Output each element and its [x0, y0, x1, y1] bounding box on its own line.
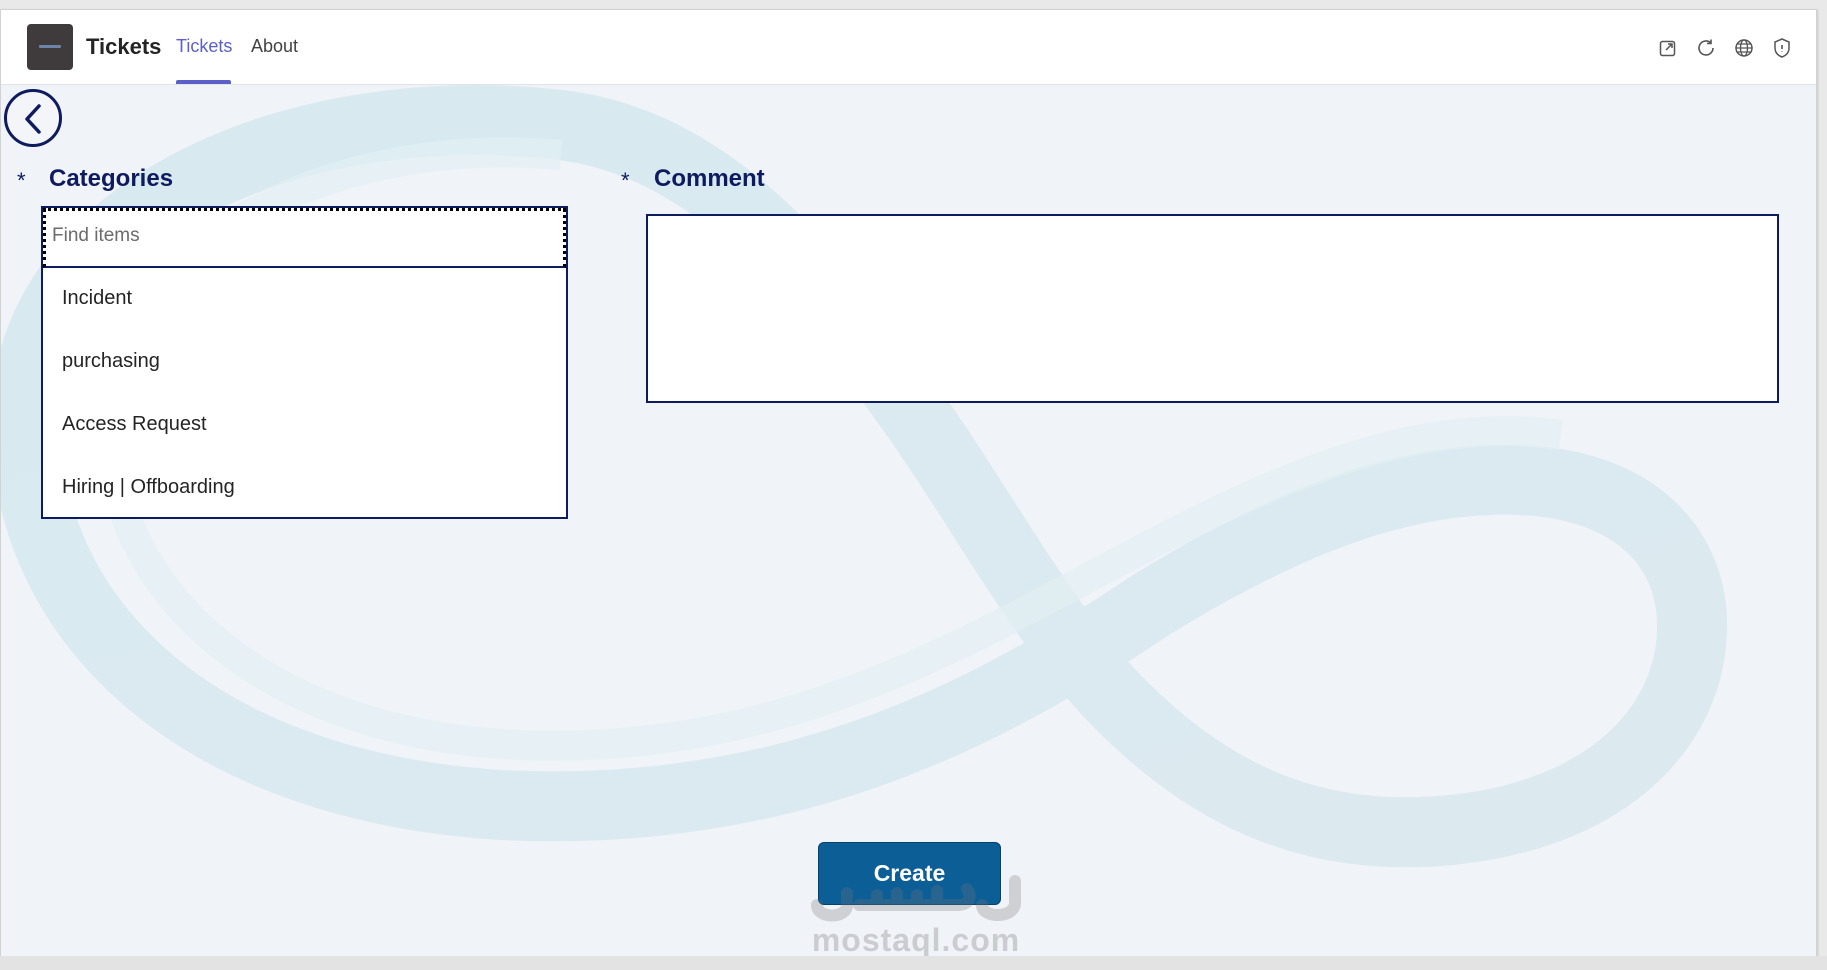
category-item-hiring-offboarding[interactable]: Hiring | Offboarding [62, 476, 235, 499]
tab-tickets[interactable]: Tickets [176, 36, 232, 57]
tab-about[interactable]: About [251, 36, 298, 57]
comment-textarea[interactable] [648, 216, 1777, 401]
header-actions [1656, 36, 1794, 60]
comment-field[interactable] [646, 214, 1779, 403]
find-items-input[interactable] [50, 224, 554, 248]
app-window: Tickets Tickets About * Categories Find … [0, 9, 1817, 958]
app-header: Tickets Tickets About [1, 10, 1816, 85]
chevron-left-icon [25, 104, 41, 134]
globe-icon[interactable] [1732, 36, 1756, 60]
popout-icon[interactable] [1656, 36, 1680, 60]
comment-required-mark: * [621, 168, 630, 193]
find-items-search[interactable] [43, 208, 566, 268]
category-item-incident[interactable]: Incident [62, 287, 132, 310]
logo-mark-icon [39, 45, 61, 48]
comment-label: Comment [654, 165, 765, 192]
create-button[interactable]: Create [818, 842, 1001, 905]
shield-icon[interactable] [1770, 36, 1794, 60]
category-item-purchasing[interactable]: purchasing [62, 350, 160, 373]
refresh-icon[interactable] [1694, 36, 1718, 60]
app-title: Tickets [86, 34, 162, 59]
active-tab-indicator [176, 80, 231, 84]
categories-required-mark: * [17, 168, 26, 193]
categories-label: Categories [49, 165, 174, 192]
back-button[interactable] [4, 89, 62, 147]
bottom-strip [0, 956, 1827, 970]
app-logo [27, 24, 73, 70]
categories-listbox: Incident purchasing Access Request Hirin… [41, 206, 568, 519]
category-item-access-request[interactable]: Access Request [62, 413, 207, 436]
